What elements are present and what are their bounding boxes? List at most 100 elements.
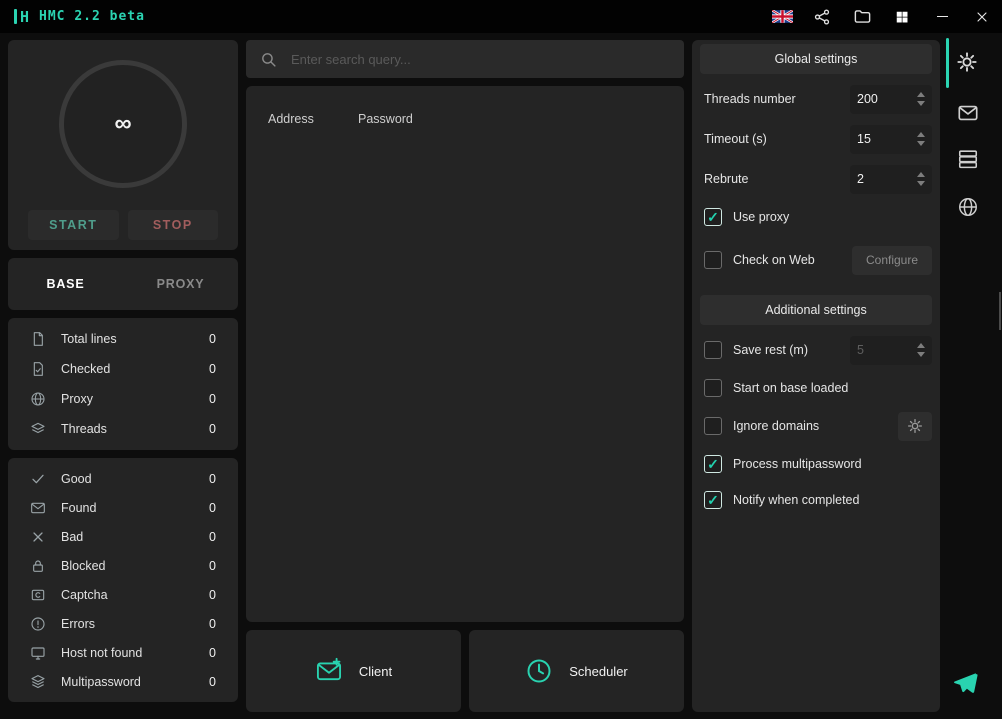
tab-proxy[interactable]: PROXY [123, 258, 238, 310]
minimize-icon [937, 16, 948, 18]
rebrute-value: 2 [857, 172, 864, 186]
close-icon [976, 11, 988, 23]
spin-up-icon[interactable] [917, 132, 925, 137]
spin-down-icon[interactable] [917, 181, 925, 186]
clock-icon [525, 657, 553, 685]
progress-gauge: ∞ [59, 60, 187, 188]
stat-row-total-lines: Total lines 0 [8, 331, 238, 347]
stat-label: Host not found [61, 646, 142, 660]
timeout-stepper[interactable]: 15 [850, 125, 932, 154]
folder-button[interactable] [842, 0, 882, 33]
stats-primary-card: Total lines 0 Checked 0 Proxy 0 Threads … [8, 318, 238, 450]
column-header-address[interactable]: Address [268, 112, 358, 126]
stack-icon [30, 674, 46, 690]
stat-value: 0 [209, 392, 216, 406]
spin-up-icon[interactable] [917, 172, 925, 177]
uk-flag-icon [772, 10, 793, 23]
scheduler-button[interactable]: Scheduler [469, 630, 684, 712]
client-button-label: Client [359, 664, 392, 679]
language-flag-button[interactable] [762, 0, 802, 33]
search-bar [246, 40, 684, 78]
stat-label: Total lines [61, 332, 117, 346]
use-proxy-row: Use proxy [704, 202, 932, 232]
rail-client-button[interactable] [955, 100, 981, 126]
ignore-domains-configure-button[interactable] [898, 412, 932, 441]
scrollbar-thumb[interactable] [999, 292, 1001, 330]
stat-label: Bad [61, 530, 83, 544]
community-button[interactable] [802, 0, 842, 33]
timeout-label: Timeout (s) [704, 132, 767, 146]
rail-settings-button[interactable] [954, 49, 980, 75]
stat-row-errors: Errors 0 [8, 616, 238, 632]
ignore-domains-row: Ignore domains [704, 411, 932, 441]
stop-button[interactable]: STOP [128, 210, 219, 240]
check-on-web-checkbox[interactable] [704, 251, 722, 269]
rail-telegram-button[interactable] [952, 670, 978, 696]
app-logo: H [14, 8, 29, 26]
threads-number-stepper[interactable]: 200 [850, 85, 932, 114]
use-proxy-checkbox[interactable] [704, 208, 722, 226]
spin-down-icon[interactable] [917, 352, 925, 357]
tab-base[interactable]: BASE [8, 258, 123, 310]
process-multipassword-checkbox[interactable] [704, 455, 722, 473]
bottom-buttons: Client Scheduler [246, 630, 684, 712]
ignore-domains-checkbox[interactable] [704, 417, 722, 435]
client-button[interactable]: Client [246, 630, 461, 712]
captcha-icon [30, 587, 46, 603]
start-on-base-row: Start on base loaded [704, 373, 932, 403]
save-rest-stepper[interactable]: 5 [850, 336, 932, 365]
gauge-value: ∞ [114, 110, 131, 138]
gear-icon [956, 51, 978, 73]
configure-button[interactable]: Configure [852, 246, 932, 275]
stat-value: 0 [209, 675, 216, 689]
save-rest-checkbox[interactable] [704, 341, 722, 359]
notify-completed-label: Notify when completed [733, 493, 859, 507]
process-multipassword-label: Process multipassword [733, 457, 862, 471]
spin-down-icon[interactable] [917, 141, 925, 146]
check-on-web-label: Check on Web [733, 253, 815, 267]
stat-label: Multipassword [61, 675, 141, 689]
start-on-base-checkbox[interactable] [704, 379, 722, 397]
stats-results-card: Good 0 Found 0 Bad 0 Blocked 0 [8, 458, 238, 702]
column-header-password[interactable]: Password [358, 112, 413, 126]
results-table: Address Password [246, 86, 684, 622]
stat-value: 0 [209, 559, 216, 573]
stat-row-good: Good 0 [8, 471, 238, 487]
stat-label: Errors [61, 617, 95, 631]
rebrute-label: Rebrute [704, 172, 748, 186]
rail-web-button[interactable] [955, 194, 981, 220]
stat-row-threads: Threads 0 [8, 421, 238, 437]
stat-label: Blocked [61, 559, 105, 573]
search-input[interactable] [289, 51, 670, 68]
layers-icon [30, 421, 46, 437]
stat-row-proxy: Proxy 0 [8, 391, 238, 407]
rebrute-stepper[interactable]: 2 [850, 165, 932, 194]
save-rest-value: 5 [857, 343, 864, 357]
active-rail-indicator [946, 38, 949, 88]
search-icon [260, 51, 277, 68]
stat-value: 0 [209, 588, 216, 602]
spin-up-icon[interactable] [917, 92, 925, 97]
stat-label: Good [61, 472, 92, 486]
close-button[interactable] [962, 0, 1002, 33]
timeout-row: Timeout (s) 15 [704, 124, 932, 154]
stat-value: 0 [209, 530, 216, 544]
process-multipassword-row: Process multipassword [704, 449, 932, 479]
notify-completed-checkbox[interactable] [704, 491, 722, 509]
minimize-button[interactable] [922, 0, 962, 33]
stat-row-bad: Bad 0 [8, 529, 238, 545]
titlebar-actions [762, 0, 1002, 33]
stat-label: Captcha [61, 588, 108, 602]
x-icon [30, 529, 46, 545]
error-icon [30, 616, 46, 632]
check-on-web-row: Check on Web Configure [704, 245, 932, 275]
spin-up-icon[interactable] [917, 343, 925, 348]
ignore-domains-label: Ignore domains [733, 419, 819, 433]
start-button[interactable]: START [28, 210, 119, 240]
stat-value: 0 [209, 362, 216, 376]
spin-down-icon[interactable] [917, 101, 925, 106]
windows-button[interactable] [882, 0, 922, 33]
rail-database-button[interactable] [955, 146, 981, 172]
stat-label: Threads [61, 422, 107, 436]
threads-number-label: Threads number [704, 92, 796, 106]
